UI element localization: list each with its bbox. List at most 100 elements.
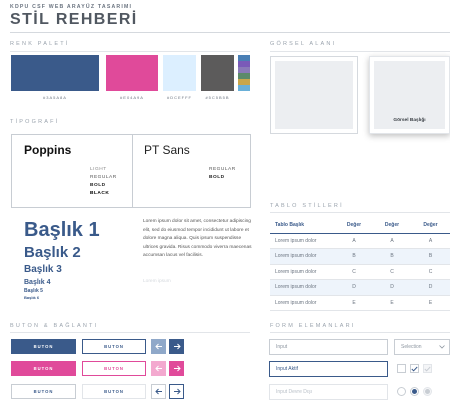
primary-outline-button[interactable]: BUTON [82,339,146,354]
primary-button[interactable]: BUTON [11,339,76,354]
table-cell: E [352,299,356,306]
font1-name: Poppins [24,143,72,157]
table-cell: B [428,253,433,260]
table-cell: B [390,253,394,260]
text-input-disabled[interactable]: Input Devre Dışı [269,384,388,400]
font2-weight-regular: REGULAR [209,167,236,172]
chevron-down-icon [439,345,445,349]
arrow-left-icon [154,343,162,350]
table-cell: C [390,268,394,275]
image-card-captioned[interactable]: Görsel Başlığı [369,56,450,134]
strip-color-6 [238,85,250,91]
tertiary-light-button[interactable]: BUTON [82,384,146,399]
form-elements-title: FORM ELEMANLARI [270,323,356,329]
table-styles-title: TABLO STİLLERİ [270,203,344,209]
table-row: Lorem ipsum dolor D D D [270,279,450,295]
font2-weights: REGULAR BOLD [209,166,239,182]
paragraph-sample: Lorem ipsum dolor sit amet, consectetur … [143,219,252,259]
page-supertitle: KDPU CSF WEB ARAYÜZ TASARIMI [10,4,133,10]
color-label-pink: #E04A9A [120,95,144,100]
prev-arrow-button[interactable] [151,339,166,354]
buttons-divider [10,332,250,333]
text-input[interactable]: Input [269,339,388,355]
next-arrow-button[interactable] [169,339,184,354]
color-palette-divider [10,51,250,52]
checkbox-unchecked[interactable] [397,364,406,373]
table-row: Lorem ipsum dolor B B B [270,248,450,264]
font1-weight-bold: BOLD [90,183,106,188]
table-cell: Lorem ipsum dolor [275,253,317,260]
table-cell: A [352,237,356,244]
font-samples-divider [132,135,133,207]
font1-weights: LIGHT REGULAR BOLD BLACK [90,166,120,198]
table-cell: A [390,237,394,244]
table-cell: C [352,268,356,275]
table-header-cell: Değer [423,222,438,229]
font2-weight-bold: BOLD [209,175,225,180]
table-cell: Lorem ipsum dolor [275,237,317,244]
image-caption: Görsel Başlığı [393,118,426,123]
radio-dot-icon [412,389,417,394]
arrow-right-icon [173,343,181,350]
heading-3-sample: Başlık 3 [24,264,62,275]
color-swatch-blue [11,55,99,91]
heading-1-sample: Başlık 1 [24,219,100,241]
table-cell: A [428,237,433,244]
table-row: Lorem ipsum dolor E E E [270,295,450,311]
arrow-left-icon [154,365,162,372]
table-cell: B [352,253,356,260]
color-label-blue: #3A5A8A [43,95,67,100]
heading-2-sample: Başlık 2 [24,244,81,261]
checkmark-icon [424,366,431,372]
font1-weight-light: LIGHT [90,167,107,172]
form-elements-divider [270,332,450,333]
font-samples-box: Poppins LIGHT REGULAR BOLD BLACK PT Sans… [11,134,251,208]
image-card-plain [270,56,358,134]
text-input-active[interactable]: Input Aktif [269,361,388,377]
visual-area-title: GÖRSEL ALANI [270,41,337,47]
table-cell: Lorem ipsum dolor [275,268,317,275]
color-label-gray: #5C5B5B [205,95,230,100]
style-table: Tablo Başlık Değer Değer Değer Lorem ips… [270,218,450,311]
tertiary-button[interactable]: BUTON [11,384,76,399]
radio-disabled[interactable] [423,387,432,396]
next-arrow-button-tertiary[interactable] [169,384,184,399]
table-row: Lorem ipsum dolor A A A [270,233,450,249]
table-cell: D [390,284,394,291]
secondary-outline-button[interactable]: BUTON [82,361,146,376]
table-cell: E [428,299,433,306]
secondary-button[interactable]: BUTON [11,361,76,376]
checkmark-icon [411,366,418,372]
color-strip [238,55,250,91]
select-dropdown[interactable]: Selection [394,339,450,355]
arrow-right-icon [173,388,181,395]
table-row: Lorem ipsum dolor C C C [270,264,450,280]
radio-unchecked[interactable] [397,387,406,396]
image-placeholder [275,61,353,129]
checkbox-disabled[interactable] [423,364,432,373]
select-value: Selection [401,344,422,350]
next-arrow-button-secondary[interactable] [169,361,184,376]
radio-checked[interactable] [410,387,419,396]
font1-weight-black: BLACK [90,191,110,196]
table-styles-divider [270,212,450,213]
table-header-row: Tablo Başlık Değer Değer Değer [270,218,450,233]
buttons-title: BUTON & BAĞLANTI [10,323,99,329]
prev-arrow-button-tertiary[interactable] [151,384,166,399]
page-title: STİL REHBERİ [10,11,138,28]
prev-arrow-button-secondary[interactable] [151,361,166,376]
color-swatch-lightblue [163,55,196,91]
checkbox-checked[interactable] [410,364,419,373]
table-cell: Lorem ipsum dolor [275,299,317,306]
color-swatch-pink [106,55,158,91]
typography-title: TİPOGRAFİ [10,119,60,125]
font1-weight-regular: REGULAR [90,175,117,180]
table-header-cell: Değer [384,222,400,229]
color-palette-title: RENK PALETİ [10,41,70,47]
arrow-right-icon [173,365,181,372]
table-cell: C [428,268,433,275]
heading-4-sample: Başlık 4 [24,279,51,286]
visual-area-divider [270,51,450,52]
table-cell: Lorem ipsum dolor [275,284,317,291]
header-divider [10,32,450,33]
